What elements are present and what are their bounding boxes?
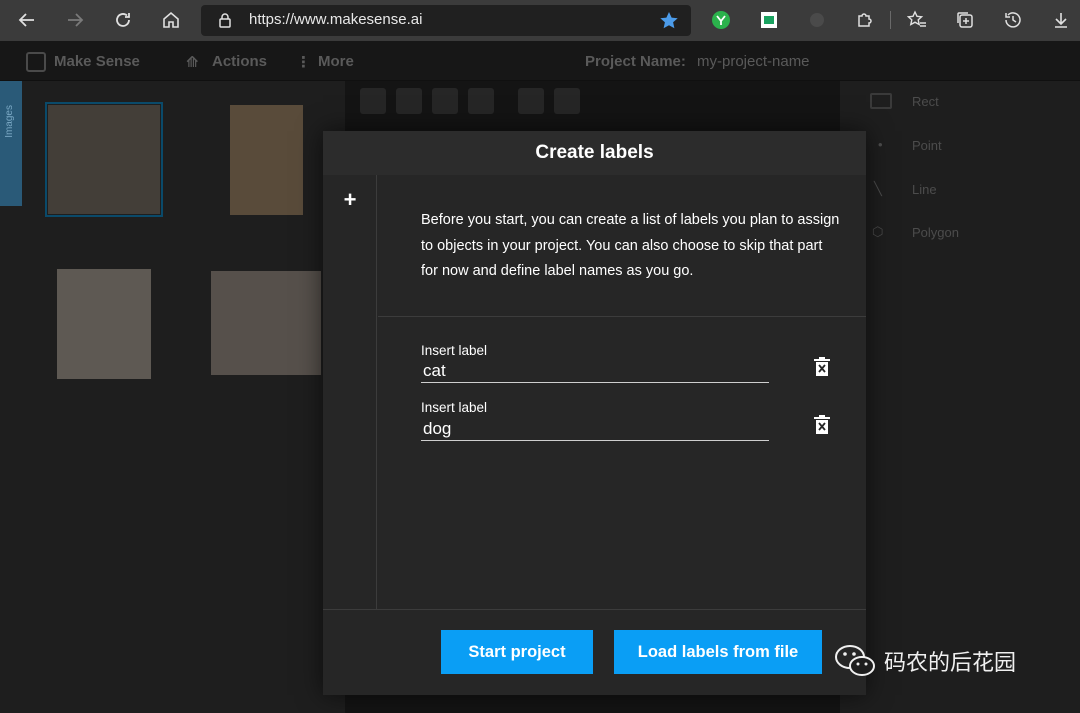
label-input-cat[interactable]	[421, 359, 769, 383]
load-labels-button[interactable]: Load labels from file	[614, 630, 822, 674]
crosshair-icon[interactable]	[554, 88, 580, 114]
thumbnail-image-4[interactable]	[211, 271, 321, 375]
create-labels-modal: Create labels + Before you start, you ca…	[323, 131, 866, 695]
tool-polygon-label[interactable]: Polygon	[912, 225, 959, 240]
refresh-icon[interactable]	[111, 8, 135, 32]
actions-icon[interactable]: ⟰	[186, 53, 199, 71]
download-icon[interactable]	[1051, 10, 1071, 30]
point-tool-icon[interactable]: •	[878, 137, 883, 152]
zoom-out-icon[interactable]	[396, 88, 422, 114]
extensions-puzzle-icon[interactable]	[855, 10, 875, 30]
images-tab-label: Images	[4, 105, 15, 138]
extension-sheet-icon[interactable]	[759, 10, 779, 30]
url-text: https://www.makesense.ai	[249, 11, 423, 28]
wechat-icon	[835, 645, 875, 676]
watermark: 码农的后花园	[834, 643, 1016, 679]
thumbnail-image-1[interactable]	[48, 105, 160, 214]
more-menu[interactable]: More	[318, 53, 354, 70]
modal-left-panel: +	[323, 175, 377, 609]
modal-header: Create labels	[323, 131, 866, 175]
tool-line-label[interactable]: Line	[912, 182, 937, 197]
zoom-fit-icon[interactable]	[432, 88, 458, 114]
polygon-tool-icon[interactable]: ⬡	[872, 224, 883, 240]
thumbnail-image-2[interactable]	[230, 105, 303, 215]
brand-logo-icon	[26, 52, 46, 72]
delete-label-icon[interactable]	[813, 415, 831, 435]
label-input-dog[interactable]	[421, 417, 769, 441]
collections-icon[interactable]	[955, 10, 975, 30]
toolbar-divider	[890, 11, 891, 29]
images-side-tab[interactable]: Images	[0, 81, 22, 206]
forward-arrow-icon[interactable]	[63, 8, 87, 32]
modal-separator	[378, 316, 866, 317]
browser-toolbar: https://www.makesense.ai	[0, 0, 1080, 41]
line-tool-icon[interactable]: ╲	[874, 181, 882, 197]
rect-tool-icon[interactable]	[870, 93, 892, 109]
back-arrow-icon[interactable]	[15, 8, 39, 32]
label-field-caption-2: Insert label	[421, 400, 488, 415]
actions-menu[interactable]: Actions	[212, 53, 267, 70]
brand-name: Make Sense	[54, 53, 140, 70]
add-label-icon[interactable]: +	[339, 189, 361, 211]
zoom-in-icon[interactable]	[360, 88, 386, 114]
favorite-star-icon[interactable]	[659, 11, 679, 35]
tool-point-label[interactable]: Point	[912, 138, 942, 153]
app-topbar: Make Sense ⟰ Actions ⋮ More Project Name…	[0, 41, 1080, 81]
tool-rect-label[interactable]: Rect	[912, 94, 939, 109]
label-field-caption-1: Insert label	[421, 343, 488, 358]
project-name-value[interactable]: my-project-name	[697, 53, 810, 70]
extension-green-icon[interactable]	[711, 10, 731, 30]
thumbnail-image-3[interactable]	[57, 269, 151, 379]
more-menu-icon[interactable]: ⋮	[296, 53, 311, 71]
modal-footer-separator	[323, 609, 866, 610]
extension-dim-icon[interactable]	[807, 10, 827, 30]
modal-title: Create labels	[535, 142, 654, 163]
modal-description: Before you start, you can create a list …	[421, 212, 840, 279]
project-name-label: Project Name:	[585, 53, 686, 70]
lock-icon	[217, 12, 233, 34]
address-bar[interactable]: https://www.makesense.ai	[201, 5, 691, 36]
zoom-max-icon[interactable]	[468, 88, 494, 114]
delete-label-icon[interactable]	[813, 357, 831, 377]
hand-icon[interactable]	[518, 88, 544, 114]
history-icon[interactable]	[1003, 10, 1023, 30]
favorites-list-icon[interactable]	[907, 10, 927, 30]
start-project-button[interactable]: Start project	[441, 630, 593, 674]
watermark-text: 码农的后花园	[884, 651, 1017, 676]
home-icon[interactable]	[159, 8, 183, 32]
